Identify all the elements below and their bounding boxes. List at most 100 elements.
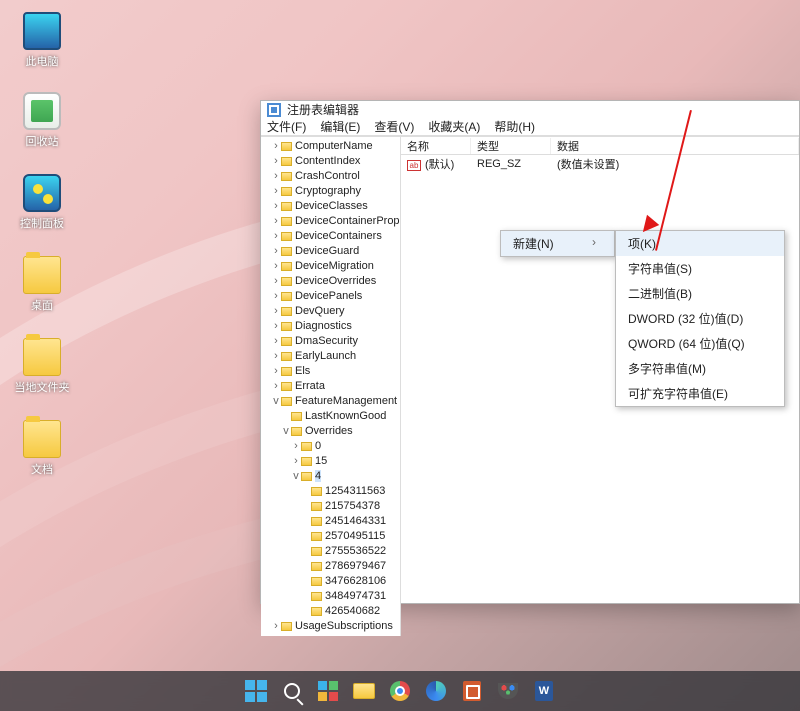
desktop-icon-folder[interactable]: 桌面 [12, 256, 72, 313]
desktop-icon-label: 当地文件夹 [12, 379, 72, 395]
desktop-icon-control-panel[interactable]: 控制面板 [12, 174, 72, 231]
folder-icon [291, 412, 302, 421]
taskbar-chrome[interactable] [387, 678, 413, 704]
tree-item[interactable]: 2755536522 [301, 544, 400, 559]
tree-item[interactable]: 3476628106 [301, 574, 400, 589]
desktop-icon-pc[interactable]: 此电脑 [12, 12, 72, 69]
col-data[interactable]: 数据 [551, 138, 799, 154]
taskbar-edge[interactable] [423, 678, 449, 704]
menu-help[interactable]: 帮助(H) [494, 118, 535, 135]
taskbar-word[interactable]: W [531, 678, 557, 704]
desktop-icon-folder[interactable]: 文档 [12, 420, 72, 477]
tree-item[interactable]: ›Els [271, 364, 400, 379]
tree-item[interactable]: ›Errata [271, 379, 400, 394]
string-value-icon: ab [407, 160, 421, 171]
tree-item[interactable]: 2786979467 [301, 559, 400, 574]
list-header: 名称 类型 数据 [401, 137, 799, 155]
window-title: 注册表编辑器 [287, 101, 359, 118]
tree-item-feature-management[interactable]: vFeatureManagement LastKnownGood vOverri… [271, 394, 400, 619]
taskbar-taskview[interactable] [315, 678, 341, 704]
tree-item[interactable]: ›DeviceContainers [271, 229, 400, 244]
desktop-icon-label: 控制面板 [12, 215, 72, 231]
desktop-icon-folder[interactable]: 当地文件夹 [12, 338, 72, 395]
tree-item[interactable]: ›Cryptography [271, 184, 400, 199]
expand-toggle[interactable]: v [281, 424, 291, 439]
tree-item[interactable]: ›DevQuery [271, 304, 400, 319]
context-item-dword[interactable]: DWORD (32 位)值(D) [616, 306, 784, 331]
tree-item[interactable]: v412543115632157543782451464331257049511… [291, 469, 400, 619]
tree-item[interactable]: 215754378 [301, 499, 400, 514]
tree-item[interactable]: ›0 [291, 439, 400, 454]
tree-item[interactable]: ›DeviceMigration [271, 259, 400, 274]
tree-item[interactable]: ›ContentIndex [271, 154, 400, 169]
folder-icon [23, 420, 61, 458]
context-item-new[interactable]: 新建(N)› [501, 231, 614, 256]
recycle-bin-icon [23, 92, 61, 130]
context-submenu-new: 项(K) 字符串值(S) 二进制值(B) DWORD (32 位)值(D) QW… [615, 230, 785, 407]
chevron-right-icon: › [592, 235, 596, 252]
context-item-string[interactable]: 字符串值(S) [616, 256, 784, 281]
office-icon [463, 681, 481, 701]
registry-tree[interactable]: ›ComputerName›ContentIndex›CrashControl›… [261, 137, 401, 636]
tree-item[interactable]: ›UsageSubscriptions [271, 619, 400, 634]
tree-item[interactable]: ›DeviceClasses [271, 199, 400, 214]
taskbar-explorer[interactable] [351, 678, 377, 704]
pc-icon [23, 12, 61, 50]
windows-logo-icon [245, 680, 267, 702]
tree-item[interactable]: ›EarlyLaunch [271, 349, 400, 364]
taskbar-office[interactable] [459, 678, 485, 704]
menu-favorites[interactable]: 收藏夹(A) [428, 118, 480, 135]
tree-item[interactable]: 2570495115 [301, 529, 400, 544]
tree-item[interactable]: ›DeviceOverrides [271, 274, 400, 289]
tree-item[interactable]: 426540682 [301, 604, 400, 619]
tree-item-overrides[interactable]: vOverrides ›0›15v41254311563215754378245… [281, 424, 400, 619]
taskview-icon [318, 681, 338, 701]
context-item-multi[interactable]: 多字符串值(M) [616, 356, 784, 381]
col-name[interactable]: 名称 [401, 138, 471, 154]
folder-icon [23, 256, 61, 294]
desktop-icon-label: 此电脑 [12, 53, 72, 69]
list-row[interactable]: ab(默认) REG_SZ (数值未设置) [401, 155, 799, 173]
search-icon [284, 683, 300, 699]
desktop-icon-label: 桌面 [12, 297, 72, 313]
tree-item[interactable]: ›DeviceGuard [271, 244, 400, 259]
folder-icon [23, 338, 61, 376]
regedit-icon [267, 103, 281, 117]
tree-item[interactable]: ›15 [291, 454, 400, 469]
titlebar[interactable]: 注册表编辑器 [261, 101, 799, 118]
desktop-icon-label: 文档 [12, 461, 72, 477]
context-item-key[interactable]: 项(K) [616, 231, 784, 256]
tree-item[interactable]: 1254311563 [301, 484, 400, 499]
desktop-icon-recycle-bin[interactable]: 回收站 [12, 92, 72, 149]
tree-item[interactable]: 2451464331 [301, 514, 400, 529]
expand-toggle[interactable]: v [271, 394, 281, 409]
col-type[interactable]: 类型 [471, 138, 551, 154]
taskbar-paint[interactable] [495, 678, 521, 704]
edge-icon [426, 681, 446, 701]
menu-edit[interactable]: 编辑(E) [320, 118, 360, 135]
tree-item[interactable]: ›DeviceContainerPropertyUpda [271, 214, 400, 229]
folder-icon [281, 397, 292, 406]
tree-item[interactable]: ›ComputerName [271, 139, 400, 154]
desktop-icon-label: 回收站 [12, 133, 72, 149]
control-panel-icon [23, 174, 61, 212]
context-item-expand[interactable]: 可扩充字符串值(E) [616, 381, 784, 406]
tree-item[interactable]: ›DevicePanels [271, 289, 400, 304]
context-item-binary[interactable]: 二进制值(B) [616, 281, 784, 306]
start-button[interactable] [243, 678, 269, 704]
folder-icon [353, 683, 375, 699]
chrome-icon [390, 681, 410, 701]
tree-item[interactable]: LastKnownGood [281, 409, 400, 424]
menu-view[interactable]: 查看(V) [374, 118, 414, 135]
menu-file[interactable]: 文件(F) [267, 118, 306, 135]
taskbar-search[interactable] [279, 678, 305, 704]
tree-item[interactable]: ›DmaSecurity [271, 334, 400, 349]
context-menu: 新建(N)› [500, 230, 615, 257]
folder-icon [281, 622, 292, 631]
paint-icon [498, 683, 518, 699]
folder-icon [291, 427, 302, 436]
context-item-qword[interactable]: QWORD (64 位)值(Q) [616, 331, 784, 356]
tree-item[interactable]: ›CrashControl [271, 169, 400, 184]
tree-item[interactable]: 3484974731 [301, 589, 400, 604]
tree-item[interactable]: ›Diagnostics [271, 319, 400, 334]
